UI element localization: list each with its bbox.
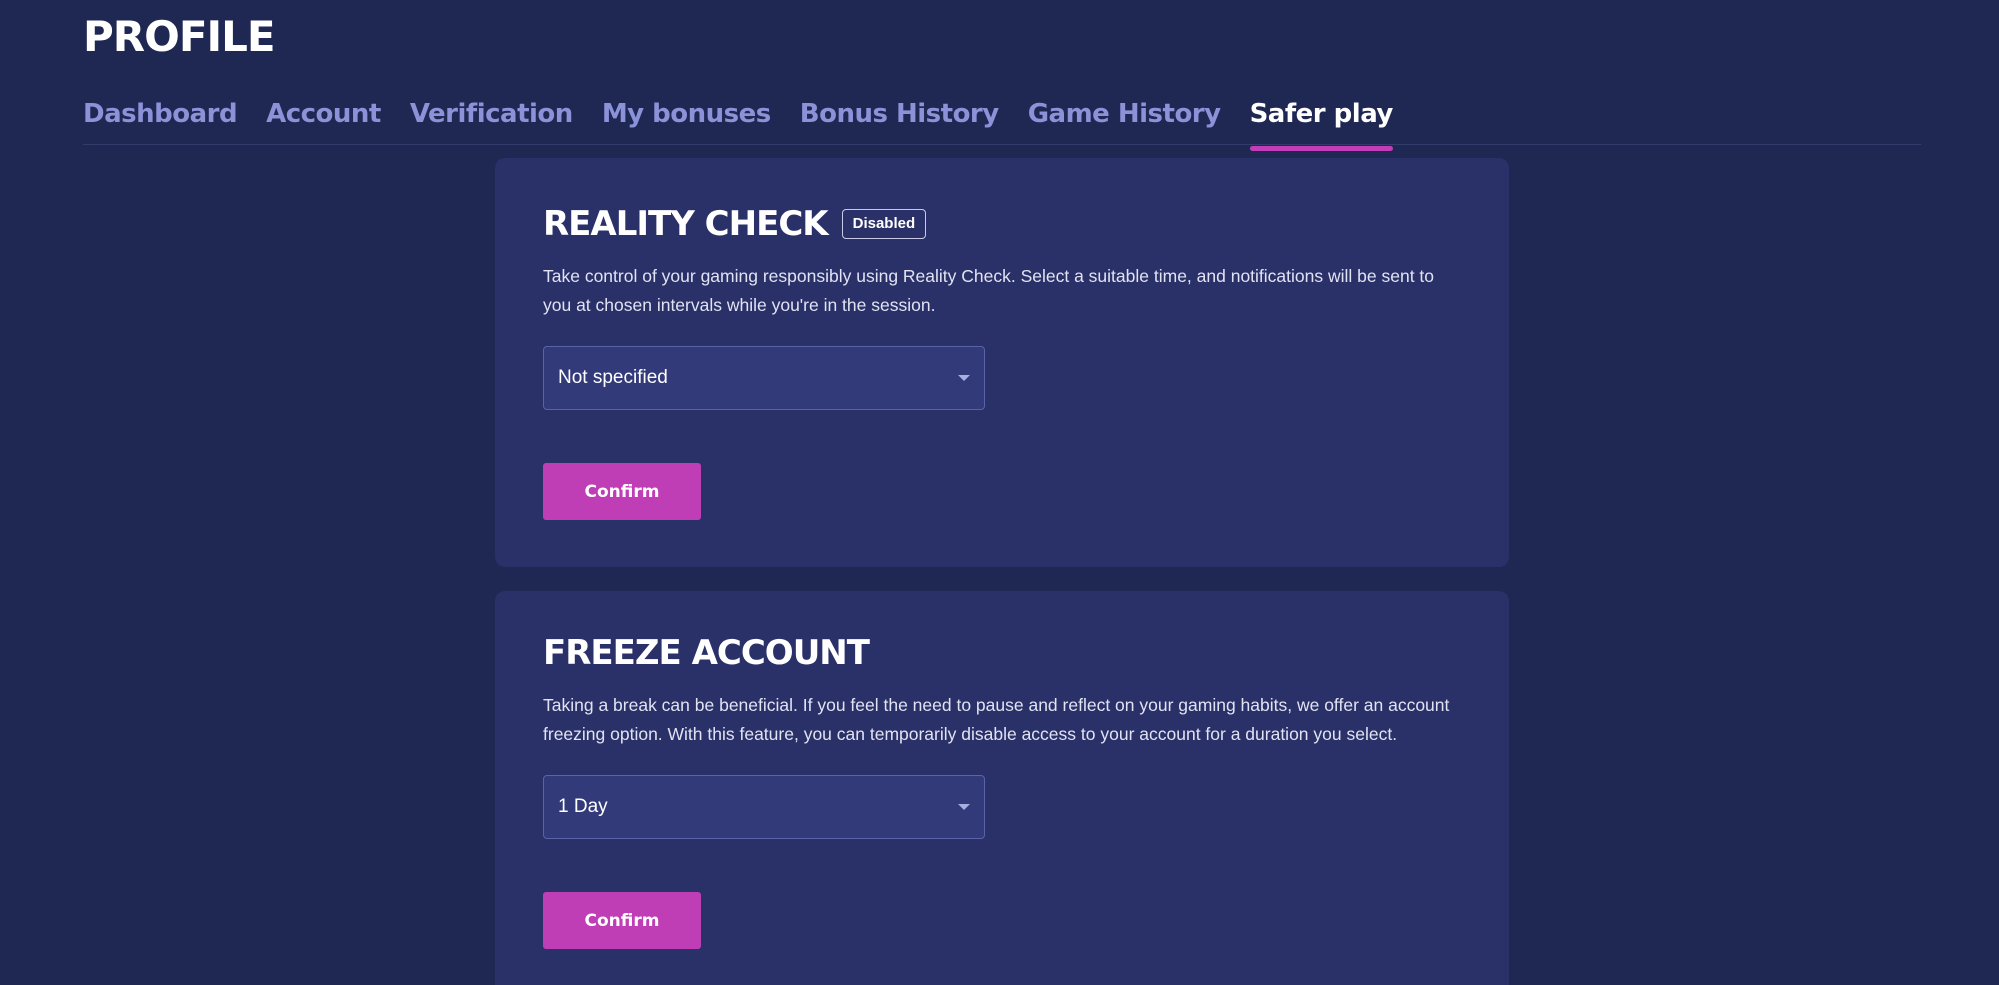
reality-check-select-value: Not specified <box>558 367 668 388</box>
profile-tabs: Dashboard Account Verification My bonuse… <box>83 92 1921 151</box>
reality-check-confirm-button[interactable]: Confirm <box>543 463 701 520</box>
freeze-duration-select[interactable]: 1 Day <box>543 775 985 839</box>
tab-account[interactable]: Account <box>266 92 381 144</box>
freeze-duration-select-value: 1 Day <box>558 796 608 817</box>
freeze-account-confirm-button[interactable]: Confirm <box>543 892 701 949</box>
freeze-account-card: FREEZE ACCOUNT Taking a break can be ben… <box>495 591 1509 985</box>
reality-check-title: REALITY CHECK <box>543 204 829 244</box>
tab-dashboard[interactable]: Dashboard <box>83 92 238 144</box>
freeze-account-description: Taking a break can be beneficial. If you… <box>543 695 1450 744</box>
tab-game-history[interactable]: Game History <box>1028 92 1221 144</box>
reality-check-card: REALITY CHECK Disabled Take control of y… <box>495 158 1509 567</box>
freeze-account-heading-row: FREEZE ACCOUNT <box>543 631 1461 675</box>
reality-check-description: Take control of your gaming responsibly … <box>543 266 1435 315</box>
chevron-down-icon <box>958 375 970 381</box>
page-title: PROFILE <box>83 12 276 61</box>
tab-bonus-history[interactable]: Bonus History <box>800 92 999 144</box>
status-badge: Disabled <box>841 209 927 239</box>
reality-check-heading-row: REALITY CHECK Disabled <box>543 202 1461 246</box>
freeze-account-title: FREEZE ACCOUNT <box>543 633 870 673</box>
tab-verification[interactable]: Verification <box>410 92 573 144</box>
profile-page: PROFILE Dashboard Account Verification M… <box>0 0 1999 985</box>
chevron-down-icon <box>958 804 970 810</box>
reality-check-interval-select[interactable]: Not specified <box>543 346 985 410</box>
tab-my-bonuses[interactable]: My bonuses <box>602 92 771 144</box>
tab-safer-play[interactable]: Safer play <box>1249 92 1393 151</box>
